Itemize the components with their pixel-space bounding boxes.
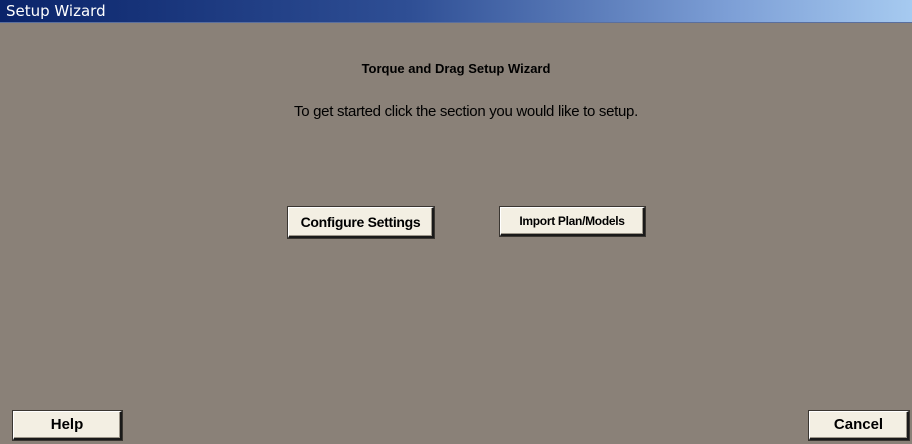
import-plan-models-button[interactable]: Import Plan/Models: [500, 207, 645, 236]
cancel-button[interactable]: Cancel: [809, 411, 909, 440]
title-bar[interactable]: Setup Wizard: [0, 0, 912, 23]
window-title: Setup Wizard: [6, 2, 106, 20]
wizard-heading: Torque and Drag Setup Wizard: [361, 61, 551, 76]
configure-settings-button[interactable]: Configure Settings: [288, 207, 434, 238]
wizard-instruction: To get started click the section you wou…: [294, 103, 638, 120]
setup-wizard-window: Setup Wizard Torque and Drag Setup Wizar…: [0, 0, 912, 444]
help-button[interactable]: Help: [13, 411, 122, 440]
